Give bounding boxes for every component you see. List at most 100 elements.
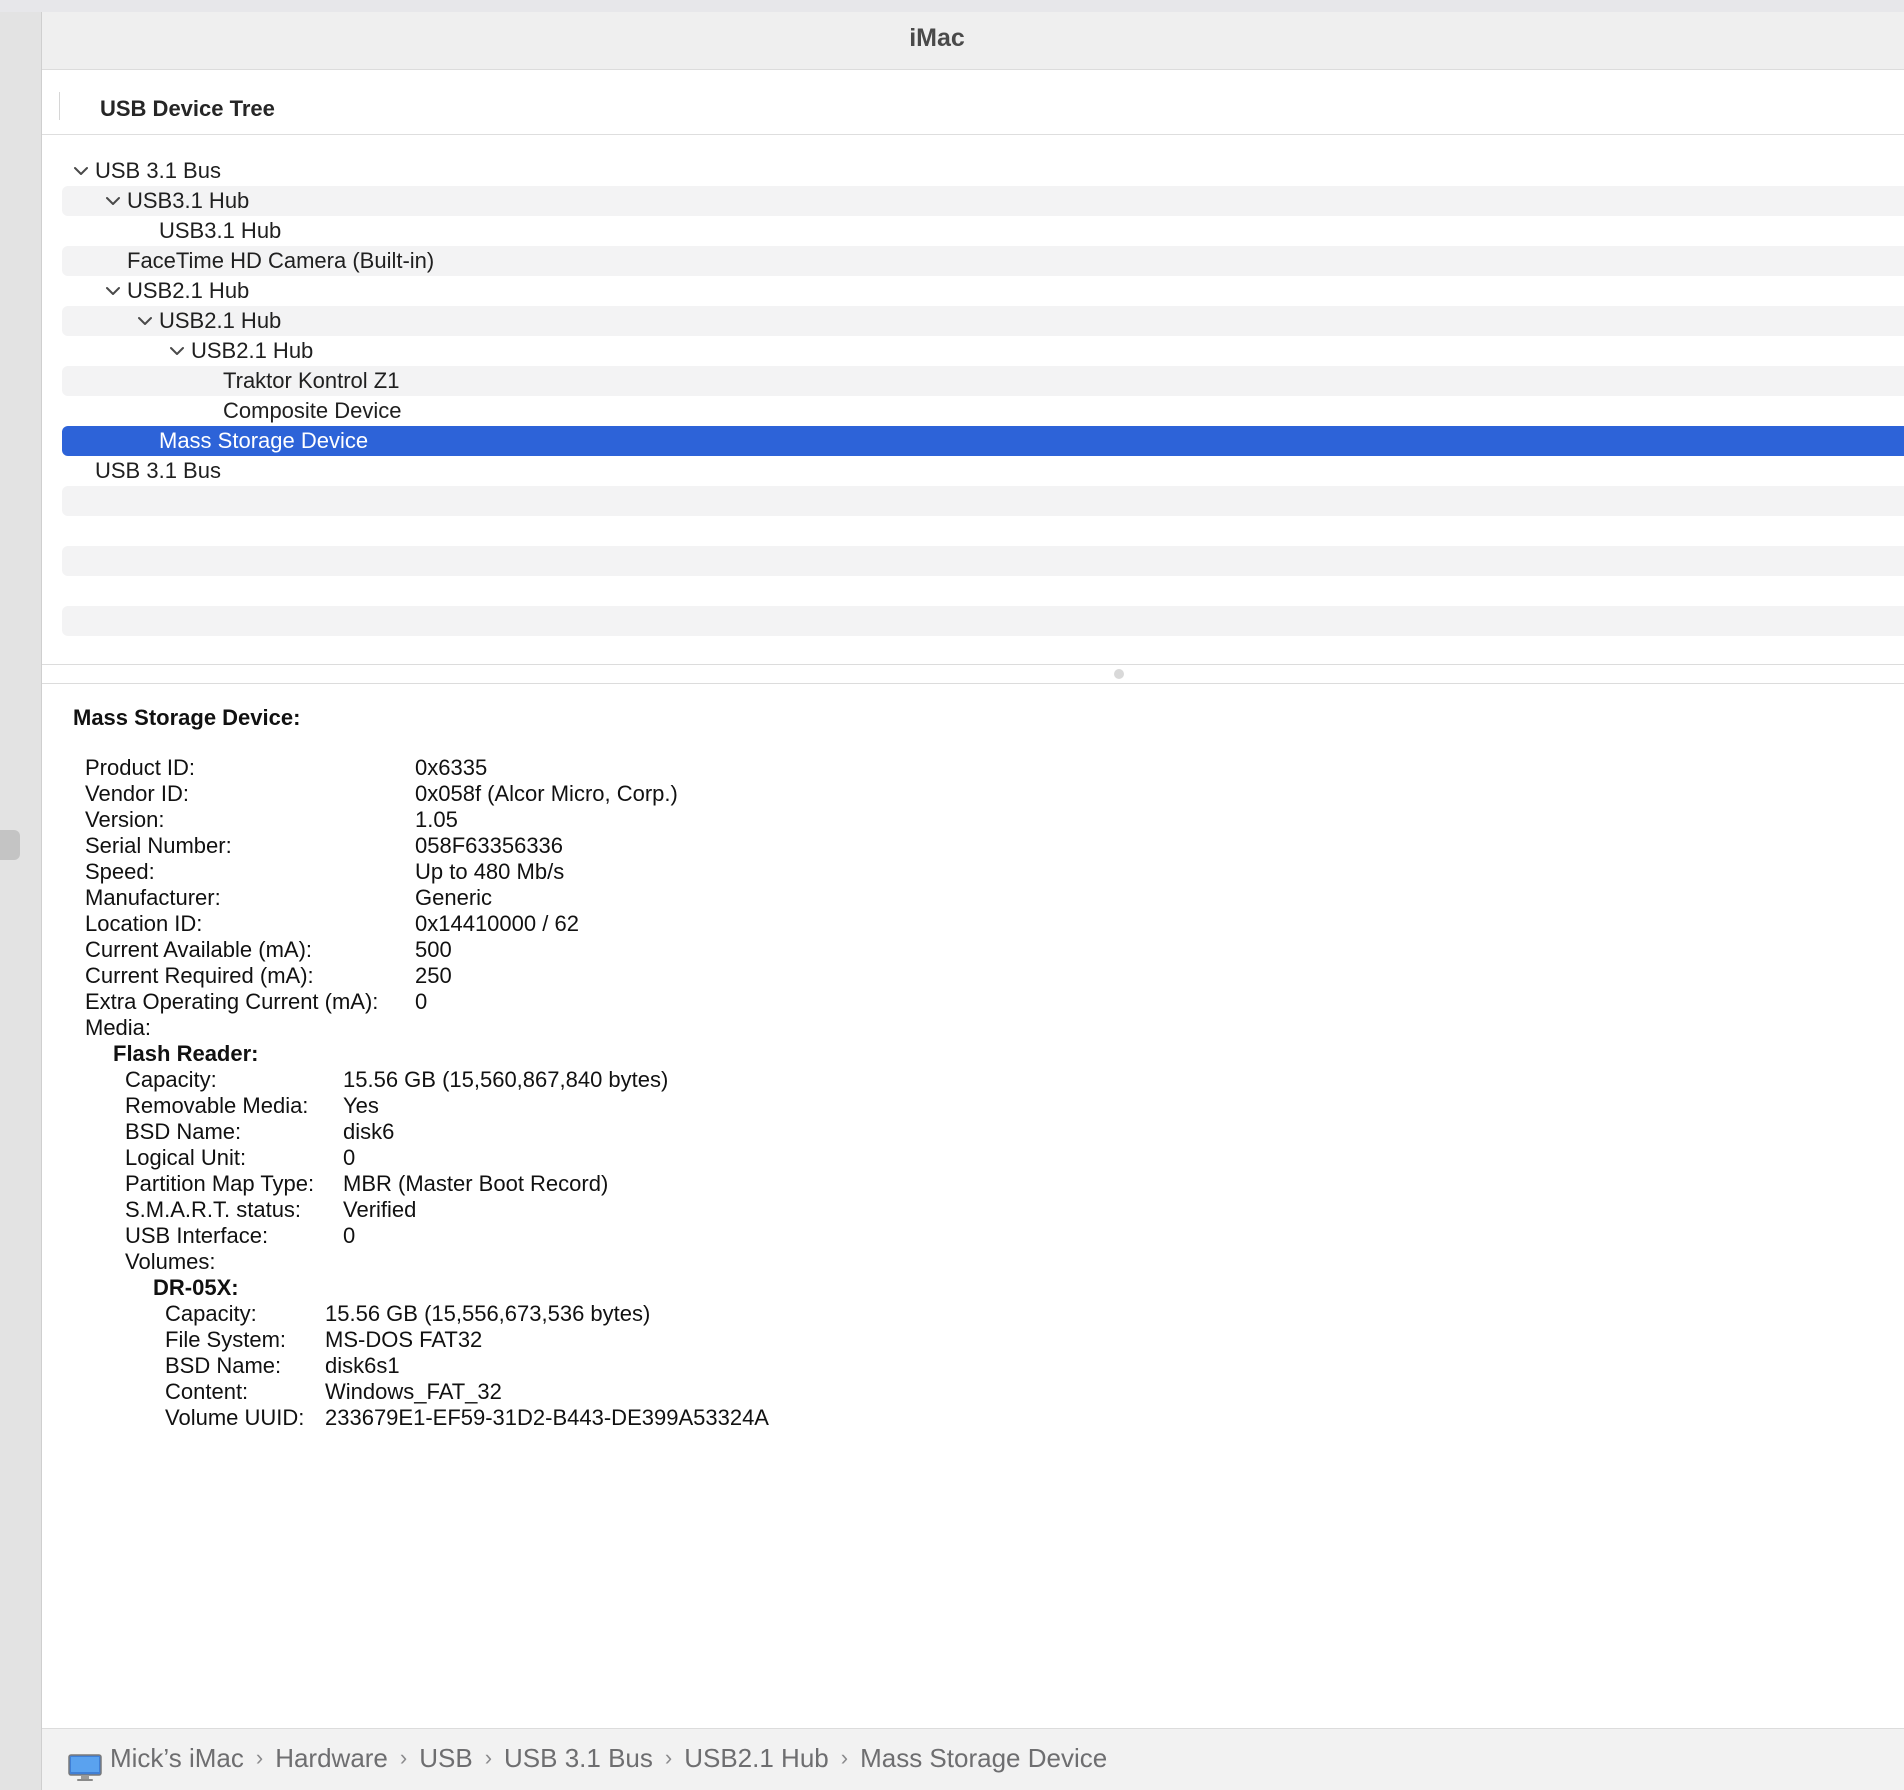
property-row: Volume UUID: 233679E1-EF59-31D2-B443-DE39… (73, 1405, 1873, 1431)
breadcrumb-item[interactable]: USB2.1 Hub (684, 1729, 829, 1787)
property-value: 1.05 (415, 807, 458, 832)
property-value: 0x058f (Alcor Micro, Corp.) (415, 781, 678, 806)
tree-row-label: FaceTime HD Camera (Built-in) (127, 248, 435, 273)
property-value: 15.56 GB (15,560,867,840 bytes) (343, 1067, 669, 1092)
disclosure-chevron-icon[interactable] (135, 306, 155, 336)
tree-row-label: USB 3.1 Bus (95, 458, 221, 483)
property-row: Capacity: 15.56 GB (15,556,673,536 bytes) (73, 1301, 1873, 1327)
disclosure-chevron-icon[interactable] (103, 186, 123, 216)
property-row: Extra Operating Current (mA): 0 (73, 989, 1873, 1015)
property-key: Current Required (mA): (85, 963, 314, 988)
property-key: Volumes: (125, 1249, 216, 1274)
breadcrumb: Mick’s iMac › Hardware › USB › USB 3.1 Bus › USB… (68, 1729, 1107, 1787)
property-value: 500 (415, 937, 452, 962)
breadcrumb-separator: › (399, 1745, 408, 1770)
disclosure-chevron-icon[interactable] (71, 156, 91, 186)
property-row: Capacity: 15.56 GB (15,560,867,840 bytes) (73, 1067, 1873, 1093)
tree-row[interactable]: USB2.1 Hub (62, 276, 1904, 306)
disclosure-chevron-icon[interactable] (103, 276, 123, 306)
property-value: 0 (343, 1223, 356, 1248)
tree-row-label: USB2.1 Hub (159, 308, 282, 333)
property-row: Removable Media: Yes (73, 1093, 1873, 1119)
property-row: Current Required (mA): 250 (73, 963, 1873, 989)
breadcrumb-item[interactable]: USB (419, 1729, 472, 1787)
tree-row[interactable]: USB 3.1 Bus (62, 456, 1904, 486)
property-key: Vendor ID: (85, 781, 189, 806)
property-row: Product ID: 0x6335 (73, 755, 1873, 781)
tree-row-label: Composite Device (223, 398, 402, 423)
breadcrumb-separator: › (484, 1745, 493, 1770)
tree-row[interactable]: USB 3.1 Bus (62, 156, 1904, 186)
tree-row[interactable]: Traktor Kontrol Z1 (62, 366, 1904, 396)
property-key: BSD Name: (125, 1119, 242, 1144)
sidebar-collapsed (0, 12, 42, 1790)
property-row: S.M.A.R.T. status: Verified (73, 1197, 1873, 1223)
tree-row[interactable]: USB3.1 Hub (62, 216, 1904, 246)
imac-icon (68, 1744, 102, 1781)
tree-row[interactable]: Composite Device (62, 396, 1904, 426)
tree-row[interactable]: Mass Storage Device (62, 426, 1904, 456)
property-key: File System: (165, 1327, 287, 1352)
property-value: Verified (343, 1197, 417, 1222)
property-row: USB Interface: 0 (73, 1223, 1873, 1249)
tree-row[interactable]: USB3.1 Hub (62, 186, 1904, 216)
property-value: 0x6335 (415, 755, 488, 780)
tree-row[interactable]: FaceTime HD Camera (Built-in) (62, 246, 1904, 276)
tree-empty-row (62, 576, 1904, 606)
system-information-app: iMac USB Device Tree USB 3.1 Bus USB3.1 H… (0, 0, 1904, 1790)
breadcrumb-separator: › (840, 1745, 849, 1770)
property-row: Manufacturer: Generic (73, 885, 1873, 911)
tree-header-label: USB Device Tree (100, 96, 275, 121)
property-key: S.M.A.R.T. status: (125, 1197, 302, 1222)
usb-device-tree[interactable]: USB 3.1 Bus USB3.1 Hub USB3.1 Hub FaceTime … (62, 156, 1904, 666)
tree-row[interactable]: USB2.1 Hub (62, 336, 1904, 366)
property-row: Volumes: (73, 1249, 1873, 1275)
section-heading: Flash Reader: (113, 1041, 259, 1066)
split-view-divider[interactable] (42, 664, 1904, 684)
tree-empty-row (62, 486, 1904, 516)
property-key: Current Available (mA): (85, 937, 313, 962)
property-row: Location ID: 0x14410000 / 62 (73, 911, 1873, 937)
property-key: Capacity: (125, 1067, 217, 1092)
property-key: Location ID: (85, 911, 203, 936)
property-value: disk6s1 (325, 1353, 400, 1378)
tree-row-label: Mass Storage Device (159, 428, 369, 453)
breadcrumb-item[interactable]: Mass Storage Device (860, 1729, 1107, 1787)
property-value: 250 (415, 963, 452, 988)
property-key: Extra Operating Current (mA): (85, 989, 379, 1014)
breadcrumb-separator: › (255, 1745, 264, 1770)
breadcrumb-item[interactable]: Mick’s iMac (110, 1729, 244, 1787)
divider-grip-icon[interactable] (1114, 669, 1124, 679)
tree-empty-row (62, 636, 1904, 666)
property-row: Vendor ID: 0x058f (Alcor Micro, Corp.) (73, 781, 1873, 807)
property-key: BSD Name: (165, 1353, 282, 1378)
breadcrumb-item[interactable]: Hardware (275, 1729, 388, 1787)
property-row: Media: (73, 1015, 1873, 1041)
tree-row[interactable]: USB2.1 Hub (62, 306, 1904, 336)
breadcrumb-item[interactable]: USB 3.1 Bus (504, 1729, 653, 1787)
property-key: Version: (85, 807, 165, 832)
property-row: Serial Number: 058F63356336 (73, 833, 1873, 859)
tree-column-header[interactable]: USB Device Tree (42, 70, 1904, 135)
details-title: Mass Storage Device: (73, 705, 301, 730)
property-value: Up to 480 Mb/s (415, 859, 565, 884)
property-value: disk6 (343, 1119, 395, 1144)
window-title: iMac (909, 24, 965, 52)
property-value: Windows_FAT_32 (325, 1379, 502, 1404)
property-key: Serial Number: (85, 833, 232, 858)
property-value: MBR (Master Boot Record) (343, 1171, 609, 1196)
sidebar-resize-handle[interactable] (0, 830, 20, 860)
property-row: Logical Unit: 0 (73, 1145, 1873, 1171)
property-key: Product ID: (85, 755, 196, 780)
property-key: Manufacturer: (85, 885, 221, 910)
tree-row-label: USB3.1 Hub (127, 188, 250, 213)
device-details-panel: Mass Storage Device: Product ID: 0x6335 Ve… (73, 703, 1873, 1431)
disclosure-chevron-icon[interactable] (167, 336, 187, 366)
property-value: 0 (415, 989, 428, 1014)
tree-row-label: USB2.1 Hub (127, 278, 250, 303)
property-row: Partition Map Type: MBR (Master Boot Reco… (73, 1171, 1873, 1197)
tree-empty-row (62, 546, 1904, 576)
property-key: Partition Map Type: (125, 1171, 315, 1196)
property-value: Generic (415, 885, 493, 910)
main-window: iMac USB Device Tree USB 3.1 Bus USB3.1 H… (42, 12, 1904, 1790)
